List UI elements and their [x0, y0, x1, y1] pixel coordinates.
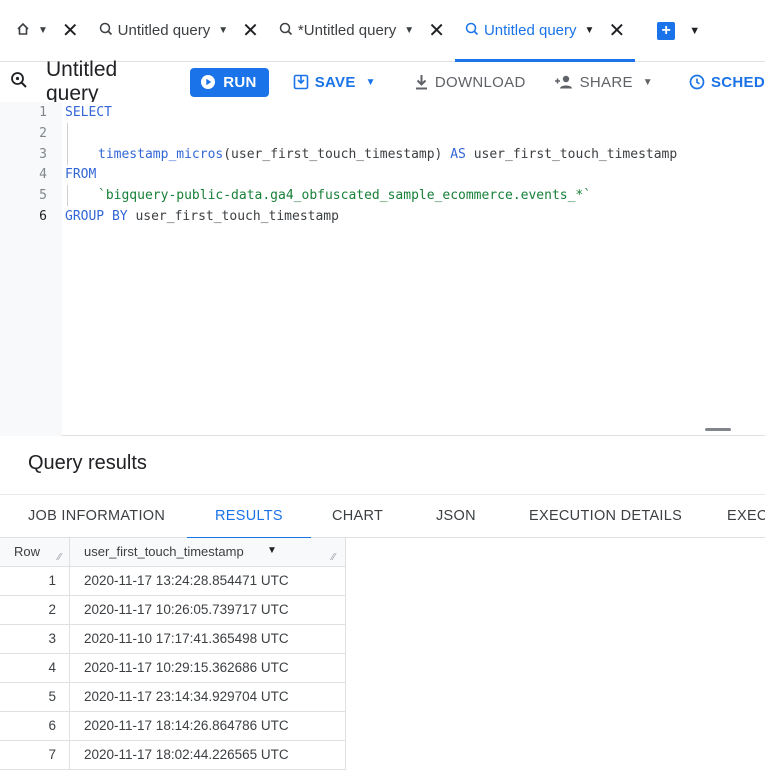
- chevron-down-icon[interactable]: ▼: [38, 25, 48, 36]
- column-header[interactable]: user_first_touch_timestamp: [84, 538, 244, 565]
- tab-home[interactable]: ▼ ✕: [0, 0, 89, 62]
- chevron-down-icon[interactable]: ▼: [585, 25, 595, 36]
- row-number: 2: [48, 602, 56, 617]
- table-row: 5 2020-11-17 23:14:34.929704 UTC: [0, 683, 346, 712]
- query-icon: [279, 22, 293, 40]
- row-number: 4: [48, 660, 56, 675]
- table-row: 7 2020-11-17 18:02:44.226565 UTC: [0, 741, 346, 770]
- tab-json[interactable]: JSON: [436, 495, 476, 538]
- table-row: 6 2020-11-17 18:14:26.864786 UTC: [0, 712, 346, 741]
- line-number: 4: [39, 167, 47, 182]
- save-button[interactable]: SAVE ▼: [293, 74, 376, 91]
- row-column-header: Row: [14, 544, 41, 559]
- code-line-4: FROM: [65, 167, 97, 182]
- tab-untitled-query-1[interactable]: Untitled query ▼ ✕: [89, 0, 269, 62]
- share-label: SHARE: [579, 73, 633, 91]
- query-title: Untitled query: [46, 58, 118, 105]
- tab-label: *Untitled query: [297, 22, 397, 39]
- tab-bar: ▼ ✕ Untitled query ▼ ✕ *Untitled query ▼…: [0, 0, 765, 62]
- code-line-3: timestamp_micros(user_first_touch_timest…: [98, 147, 678, 162]
- close-icon[interactable]: ✕: [608, 21, 625, 41]
- sql-editor[interactable]: 1 2 3 4 5 6 SELECT timestamp_micros(user…: [0, 102, 765, 436]
- chevron-down-icon[interactable]: ▼: [404, 25, 414, 36]
- results-title: Query results: [28, 452, 147, 474]
- tab-job-information[interactable]: JOB INFORMATION: [28, 495, 165, 538]
- save-label: SAVE: [314, 73, 356, 91]
- table-row: 1 2020-11-17 13:24:28.854471 UTC: [0, 567, 346, 596]
- indent-guide: [67, 185, 68, 206]
- query-toolbar: Untitled query RUN SAVE ▼ DOWNLOAD SHARE…: [0, 58, 765, 105]
- results-tabs: JOB INFORMATION RESULTS CHART JSON EXECU…: [0, 494, 765, 539]
- share-button[interactable]: SHARE ▼: [554, 74, 653, 91]
- code-line-5: `bigquery-public-data.ga4_obfuscated_sam…: [98, 188, 592, 203]
- run-button[interactable]: RUN: [190, 67, 269, 97]
- chevron-down-icon[interactable]: ▼: [218, 25, 228, 36]
- home-icon: [16, 22, 30, 40]
- sort-down-icon[interactable]: ▼: [267, 538, 277, 564]
- tab-chart[interactable]: CHART: [332, 495, 383, 538]
- add-tab-icon[interactable]: +: [657, 21, 676, 40]
- download-icon: [415, 75, 427, 90]
- schedule-button[interactable]: SCHED: [689, 74, 765, 91]
- tab-untitled-query-3[interactable]: Untitled query ▼ ✕: [454, 0, 636, 62]
- table-row: 3 2020-11-10 17:17:41.365498 UTC: [0, 625, 346, 654]
- pane-resize-handle[interactable]: [705, 428, 731, 431]
- column-resize-icon[interactable]: ⁄⁄: [332, 552, 335, 563]
- cell-value[interactable]: 2020-11-17 18:14:26.864786 UTC: [84, 712, 289, 740]
- save-icon: [293, 74, 309, 90]
- close-icon[interactable]: ✕: [242, 21, 259, 41]
- indent-guide: [67, 123, 68, 165]
- line-number-current: 6: [39, 209, 47, 224]
- code-line-6: GROUP BY user_first_touch_timestamp: [65, 209, 339, 224]
- line-number: 2: [39, 126, 47, 141]
- close-icon[interactable]: ✕: [62, 21, 79, 41]
- download-button[interactable]: DOWNLOAD: [414, 74, 526, 91]
- tab-execution-details[interactable]: EXECUTION DETAILS: [529, 495, 682, 538]
- tab-untitled-query-2[interactable]: *Untitled query ▼ ✕: [269, 0, 455, 62]
- query-icon: [465, 22, 479, 40]
- cell-value[interactable]: 2020-11-17 13:24:28.854471 UTC: [84, 567, 289, 595]
- query-icon: [10, 71, 28, 94]
- cell-value[interactable]: 2020-11-10 17:17:41.365498 UTC: [84, 625, 289, 653]
- schedule-label: SCHED: [710, 73, 765, 91]
- line-number: 5: [39, 188, 47, 203]
- cell-value[interactable]: 2020-11-17 18:02:44.226565 UTC: [84, 741, 289, 769]
- clock-icon: [689, 74, 705, 90]
- chevron-down-icon[interactable]: ▼: [689, 25, 700, 37]
- download-label: DOWNLOAD: [434, 73, 526, 91]
- chevron-down-icon: ▼: [365, 76, 376, 88]
- row-number: 3: [48, 631, 56, 646]
- chevron-down-icon: ▼: [642, 76, 653, 88]
- table-row: 2 2020-11-17 10:26:05.739717 UTC: [0, 596, 346, 625]
- table-row: 4 2020-11-17 10:29:15.362686 UTC: [0, 654, 346, 683]
- play-icon: [201, 75, 216, 89]
- row-number: 6: [48, 718, 56, 733]
- close-icon[interactable]: ✕: [428, 21, 445, 41]
- tab-label: Untitled query: [483, 22, 577, 39]
- run-label: RUN: [223, 73, 257, 91]
- tab-execution-graph[interactable]: EXECU: [727, 495, 765, 538]
- line-number: 1: [39, 105, 47, 120]
- code-line-1: SELECT: [65, 105, 112, 120]
- column-resize-icon[interactable]: ⁄⁄: [58, 552, 61, 563]
- tab-results[interactable]: RESULTS: [187, 495, 311, 539]
- line-number: 3: [39, 147, 47, 162]
- row-number: 1: [48, 573, 56, 588]
- row-number: 5: [48, 689, 56, 704]
- cell-value[interactable]: 2020-11-17 23:14:34.929704 UTC: [84, 683, 289, 711]
- row-number: 7: [48, 747, 56, 762]
- tab-label: Untitled query: [117, 22, 211, 39]
- cell-value[interactable]: 2020-11-17 10:26:05.739717 UTC: [84, 596, 289, 624]
- add-person-icon: [554, 75, 572, 89]
- cell-value[interactable]: 2020-11-17 10:29:15.362686 UTC: [84, 654, 289, 682]
- table-header: Row ⁄⁄ user_first_touch_timestamp ▼ ⁄⁄: [0, 538, 346, 567]
- query-icon: [99, 22, 113, 40]
